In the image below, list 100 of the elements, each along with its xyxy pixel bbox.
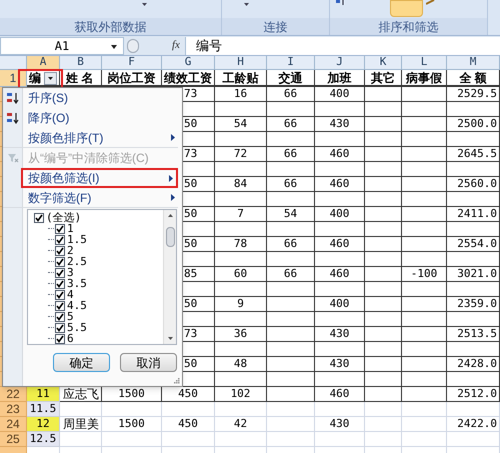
table-cell <box>402 342 447 357</box>
column-header[interactable]: A <box>27 56 60 69</box>
pencil-icon[interactable] <box>426 0 436 5</box>
table-cell <box>60 432 102 447</box>
checkbox[interactable] <box>55 268 65 278</box>
checkbox[interactable] <box>55 290 65 300</box>
column-header[interactable]: L <box>402 56 447 69</box>
checkbox[interactable] <box>34 212 44 222</box>
menu-item[interactable]: 数字筛选(F) <box>3 188 178 208</box>
table-cell <box>267 297 315 312</box>
table-cell <box>402 207 447 222</box>
dropdown-arrow-icon[interactable] <box>244 3 249 6</box>
filter-value-label: 5 <box>67 311 74 322</box>
table-cell <box>365 147 402 162</box>
dialog-button[interactable]: 取消 <box>120 353 177 372</box>
table-cell <box>102 432 162 447</box>
row-header[interactable]: 22 <box>0 387 27 402</box>
table-cell: 12 <box>27 417 60 432</box>
column-title: 交通 <box>278 70 302 86</box>
table-cell: 400 <box>315 87 365 102</box>
table-cell <box>215 162 267 177</box>
ribbon-group-label: 排序和筛选 <box>378 18 438 36</box>
column-header[interactable]: G <box>162 56 215 69</box>
table-cell <box>315 402 365 417</box>
name-box[interactable]: A1 <box>0 36 124 54</box>
menu-item[interactable]: 按颜色筛选(I) <box>21 168 178 188</box>
checkbox[interactable] <box>55 334 65 344</box>
ribbon-group-label: 连接 <box>264 18 288 36</box>
row-header[interactable]: 25 <box>0 432 27 447</box>
table-cell <box>267 102 315 117</box>
column-header[interactable]: I <box>267 56 315 69</box>
column-header[interactable]: F <box>102 56 162 69</box>
table-cell <box>267 132 315 147</box>
function-button[interactable]: fx <box>172 37 180 54</box>
checkbox[interactable] <box>55 278 65 288</box>
filter-dropdown-button[interactable] <box>44 72 57 85</box>
table-cell <box>402 117 447 132</box>
table-cell <box>447 312 500 327</box>
table-cell: 2554.0 <box>447 237 500 252</box>
column-title: 全 额 <box>459 70 487 86</box>
menu-item[interactable]: 按颜色排序(T) <box>3 128 178 148</box>
column-title: 其它 <box>371 70 395 86</box>
scroll-down-icon[interactable] <box>168 337 173 340</box>
table-cell <box>267 327 315 342</box>
checkbox[interactable] <box>55 224 65 234</box>
table-cell <box>315 222 365 237</box>
table-cell: 460 <box>315 237 365 252</box>
table-cell: 66 <box>267 267 315 282</box>
table-cell <box>267 372 315 387</box>
filter-value-label: 4 <box>67 289 74 300</box>
table-cell <box>365 177 402 192</box>
column-header[interactable]: M <box>447 56 500 69</box>
checkbox[interactable] <box>55 312 65 322</box>
sort-icon[interactable] <box>336 0 346 6</box>
column-title: 工龄贴 <box>222 70 258 86</box>
table-cell <box>402 102 447 117</box>
row-header[interactable]: 23 <box>0 402 27 417</box>
formula-field[interactable]: 编号 <box>184 36 500 54</box>
table-cell <box>402 387 447 402</box>
table-cell <box>447 372 500 387</box>
checkbox[interactable] <box>55 322 65 332</box>
table-cell <box>215 102 267 117</box>
scroll-up-icon[interactable] <box>168 214 173 217</box>
scroll-thumb[interactable] <box>166 227 175 247</box>
scrollbar[interactable] <box>163 210 176 344</box>
table-cell <box>365 162 402 177</box>
table-cell <box>315 372 365 387</box>
dropdown-arrow-icon[interactable] <box>111 44 117 48</box>
table-cell: 66 <box>267 237 315 252</box>
dialog-button[interactable]: 确定 <box>53 353 110 372</box>
dropdown-arrow-icon[interactable] <box>142 3 147 6</box>
column-header[interactable]: H <box>215 56 267 69</box>
table-cell <box>267 417 315 432</box>
table-cell <box>365 237 402 252</box>
checkbox[interactable] <box>55 234 65 244</box>
table-cell <box>402 222 447 237</box>
table-cell: 7 <box>215 207 267 222</box>
checkbox[interactable] <box>55 256 65 266</box>
resize-grip-icon[interactable] <box>173 377 180 384</box>
table-cell: 460 <box>315 177 365 192</box>
table-cell <box>215 252 267 267</box>
column-header[interactable]: B <box>60 56 102 69</box>
table-cell <box>267 387 315 402</box>
column-header[interactable]: J <box>315 56 365 69</box>
table-cell <box>215 432 267 447</box>
table-cell <box>60 402 102 417</box>
table-cell <box>447 102 500 117</box>
table-cell <box>267 357 315 372</box>
table-cell <box>315 102 365 117</box>
table-cell <box>365 207 402 222</box>
column-header[interactable]: K <box>365 56 402 69</box>
row-header[interactable]: 24 <box>0 417 27 432</box>
row-header[interactable]: 1 <box>0 70 27 87</box>
checkbox[interactable] <box>55 246 65 256</box>
table-cell <box>447 132 500 147</box>
table-cell: 2422.0 <box>447 417 500 432</box>
table-cell <box>447 162 500 177</box>
table-cell <box>365 327 402 342</box>
table-cell: 11.5 <box>27 402 60 417</box>
checkbox[interactable] <box>55 300 65 310</box>
